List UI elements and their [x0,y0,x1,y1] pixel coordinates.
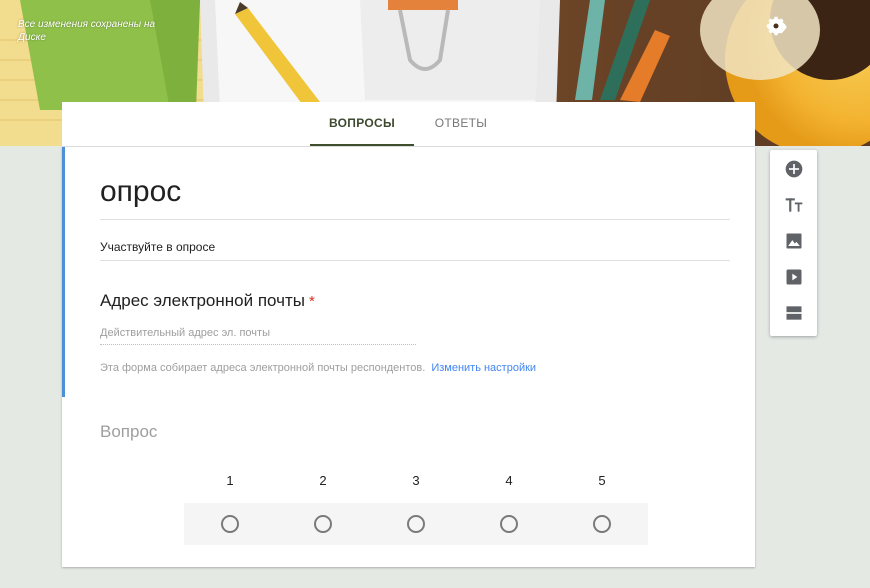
scale-label-1: 1 [226,473,234,488]
gear-icon[interactable] [766,16,862,40]
scale-radio-row [184,503,648,545]
scale-labels: 1 2 3 4 5 [184,473,648,489]
tab-responses[interactable]: ОТВЕТЫ [422,102,500,145]
scale-radio-2[interactable] [314,515,332,533]
scale-label-2: 2 [319,473,327,488]
image-icon[interactable] [770,226,817,256]
form-description-field[interactable]: Участвуйте в опросе [100,240,730,261]
scale-label-5: 5 [598,473,606,488]
save-status-text: Все изменения сохранены на Диске [18,19,156,43]
tab-questions[interactable]: ВОПРОСЫ [310,102,414,146]
email-field[interactable]: Действительный адрес эл. почты [100,327,416,345]
scale-radio-5[interactable] [593,515,611,533]
form-card: опрос Участвуйте в опросе Адрес электрон… [62,147,755,567]
question-title[interactable]: Вопрос [100,422,157,442]
scale-radio-4[interactable] [500,515,518,533]
tab-bar: ВОПРОСЫ ОТВЕТЫ [62,102,755,147]
header-actions [766,16,862,40]
scale-label-4: 4 [505,473,513,488]
question-toolbar [770,150,817,336]
video-icon[interactable] [770,262,817,292]
title-text-icon[interactable] [770,190,817,220]
email-collection-note: Эта форма собирает адреса электронной по… [100,362,536,374]
add-question-icon[interactable] [770,154,817,184]
email-collection-text: Эта форма собирает адреса электронной по… [100,362,426,374]
email-question-title: Адрес электронной почты * [100,291,315,311]
eye-icon[interactable] [767,16,826,40]
scale-radio-3[interactable] [407,515,425,533]
scale-radio-1[interactable] [221,515,239,533]
section-icon[interactable] [770,298,817,328]
change-settings-link[interactable]: Изменить настройки [431,362,536,374]
active-section-indicator [62,147,65,397]
email-question-label: Адрес электронной почты [100,291,305,310]
form-title-field[interactable]: опрос [100,175,730,220]
required-asterisk: * [309,293,315,310]
scale-label-3: 3 [412,473,420,488]
